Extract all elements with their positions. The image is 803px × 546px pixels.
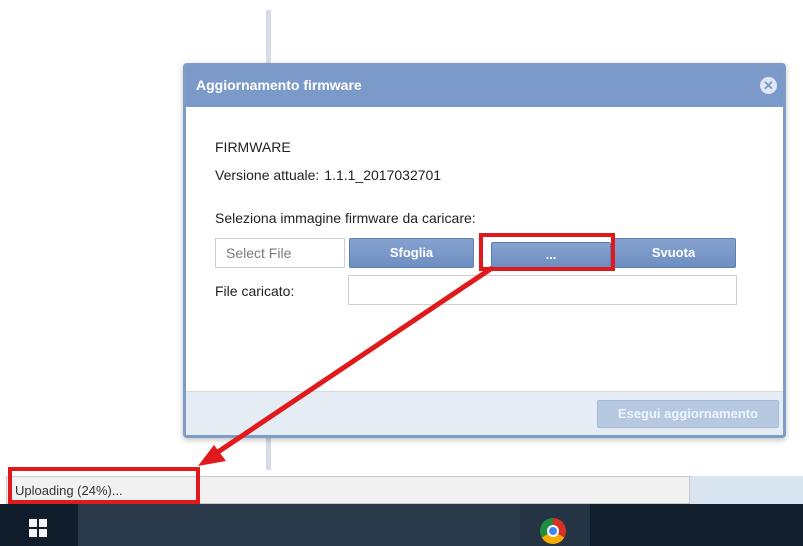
highlight-box-status [8, 467, 200, 504]
arrow-line [210, 265, 494, 459]
chrome-icon[interactable] [540, 518, 566, 544]
windows-taskbar [0, 504, 803, 546]
annotation-arrow [198, 265, 494, 466]
taskbar-search-area[interactable] [78, 504, 520, 546]
windows-icon[interactable] [29, 519, 47, 537]
taskbar-right-area [590, 504, 803, 546]
